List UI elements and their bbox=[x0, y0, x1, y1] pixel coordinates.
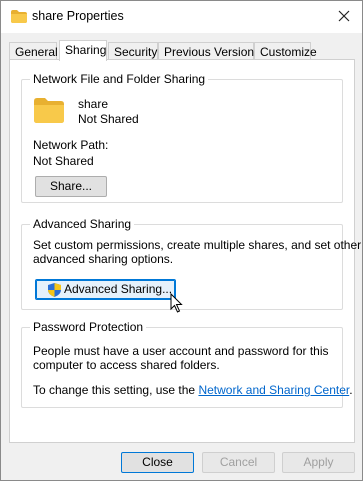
tab-label: General bbox=[15, 45, 58, 59]
password-protection-text-2: computer to access shared folders. bbox=[33, 358, 220, 372]
tab-label: Security bbox=[114, 45, 158, 59]
change-setting-prefix: To change this setting, use the bbox=[33, 383, 199, 397]
folder-status: Not Shared bbox=[78, 112, 139, 126]
network-path-label: Network Path: bbox=[33, 138, 109, 152]
folder-icon bbox=[11, 10, 27, 23]
network-sharing-group: Network File and Folder Sharing share No… bbox=[21, 72, 343, 203]
tab-label: Previous Versions bbox=[164, 45, 261, 59]
folder-name: share bbox=[78, 97, 109, 111]
tab-label: Customize bbox=[260, 45, 317, 59]
tab-label: Sharing bbox=[65, 43, 107, 57]
cancel-button[interactable]: Cancel bbox=[202, 452, 275, 473]
tab-sharing[interactable]: Sharing bbox=[59, 40, 107, 61]
change-setting-suffix: . bbox=[349, 383, 353, 397]
advanced-sharing-description-2: advanced sharing options. bbox=[33, 252, 174, 266]
mouse-cursor-icon bbox=[170, 293, 183, 313]
network-sharing-legend: Network File and Folder Sharing bbox=[30, 72, 209, 86]
title-bar[interactable]: share Properties bbox=[1, 1, 362, 33]
password-protection-text-1: People must have a user account and pass… bbox=[33, 344, 329, 358]
advanced-sharing-button-label: Advanced Sharing... bbox=[64, 282, 173, 296]
apply-button[interactable]: Apply bbox=[282, 452, 355, 473]
advanced-sharing-description-1: Set custom permissions, create multiple … bbox=[33, 238, 362, 252]
password-protection-group: Password Protection People must have a u… bbox=[21, 320, 353, 408]
advanced-sharing-legend: Advanced Sharing bbox=[30, 217, 135, 231]
network-path-value: Not Shared bbox=[33, 154, 94, 168]
folder-icon bbox=[34, 98, 64, 123]
advanced-sharing-group: Advanced Sharing Set custom permissions,… bbox=[21, 217, 361, 313]
password-protection-legend: Password Protection bbox=[30, 320, 147, 334]
close-button[interactable]: Close bbox=[121, 452, 194, 473]
shield-icon bbox=[48, 283, 61, 297]
properties-dialog: share Properties General Sharing Securit… bbox=[0, 0, 363, 481]
change-setting-text: To change this setting, use the Network … bbox=[33, 383, 353, 397]
advanced-sharing-button[interactable]: Advanced Sharing... bbox=[35, 279, 176, 300]
tab-strip: General Sharing Security Previous Versio… bbox=[9, 40, 349, 61]
network-sharing-center-link[interactable]: Network and Sharing Center bbox=[198, 383, 349, 397]
window-title: share Properties bbox=[32, 9, 124, 23]
close-icon[interactable] bbox=[336, 8, 352, 24]
share-button[interactable]: Share... bbox=[35, 176, 107, 197]
sharing-panel: Network File and Folder Sharing share No… bbox=[9, 59, 361, 443]
